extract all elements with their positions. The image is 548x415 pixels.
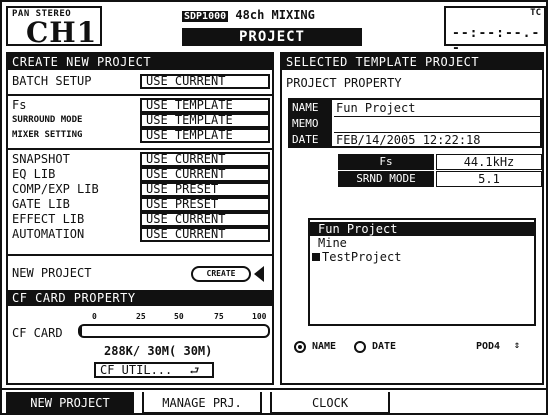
mixer-setting-select[interactable]: USE TEMPLATE [140, 128, 270, 143]
batch-setup-label: BATCH SETUP [12, 74, 92, 88]
name-label: NAME [290, 100, 332, 116]
scale-tick-0: 0 [92, 312, 97, 321]
date-label: DATE [290, 132, 332, 148]
automation-select[interactable]: USE CURRENT [140, 227, 270, 242]
list-item-label: TestProject [322, 250, 402, 264]
mixer-setting-label: MIXER SETTING [12, 130, 83, 140]
cursor-arrow-icon [254, 266, 264, 282]
checkbox-icon [312, 253, 320, 261]
project-screen: PAN STEREO CH1 SDP1000 48ch MIXING PROJE… [0, 0, 548, 415]
format-box: Fs 44.1kHz SRND MODE 5.1 [338, 154, 542, 188]
timecode-label: TC [530, 8, 541, 18]
property-box: NAME Fun Project MEMO DATE FEB/14/2005 1… [288, 98, 542, 148]
sort-date-radio[interactable] [354, 341, 366, 353]
eq-lib-label: EQ LIB [12, 167, 56, 181]
fs-label: Fs [338, 154, 434, 170]
cf-util-label: CF UTIL... [100, 363, 173, 377]
cf-card-title: CF CARD PROPERTY [8, 290, 272, 306]
divider [334, 116, 540, 117]
cf-card-label: CF CARD [12, 326, 63, 340]
cf-card-stats: 288K/ 30M( 30M) [104, 344, 213, 358]
model-line: SDP1000 48ch MIXING [182, 8, 315, 22]
channel-display: PAN STEREO CH1 [6, 6, 102, 49]
create-new-project-title: CREATE NEW PROJECT [8, 54, 272, 70]
sort-name-radio[interactable] [294, 341, 306, 353]
eq-lib-select[interactable]: USE CURRENT [140, 167, 270, 182]
fs-select[interactable]: USE TEMPLATE [140, 98, 270, 113]
pod-label: POD4 [476, 341, 501, 352]
new-project-label: NEW PROJECT [12, 266, 92, 280]
header-bar: PAN STEREO CH1 SDP1000 48ch MIXING PROJE… [4, 4, 546, 56]
selected-template-panel: SELECTED TEMPLATE PROJECT PROJECT PROPER… [280, 52, 544, 385]
fs-label: Fs [12, 98, 27, 112]
model-badge: SDP1000 [182, 11, 229, 22]
comp-exp-lib-select[interactable]: USE PRESET [140, 182, 270, 197]
scale-tick-100: 100 [252, 312, 267, 321]
sort-controls: NAME DATE POD4 ⇕ [290, 340, 538, 354]
sort-name-label: NAME [312, 341, 337, 352]
memo-label: MEMO [290, 116, 332, 132]
cf-util-button[interactable]: CF UTIL... ⮐ [94, 362, 214, 378]
scale-tick-50: 50 [174, 312, 184, 321]
up-down-arrow-icon: ⇕ [514, 340, 521, 351]
create-button[interactable]: CREATE [191, 266, 251, 282]
cf-card-header: CF CARD PROPERTY [8, 290, 272, 306]
divider [8, 254, 272, 256]
divider [8, 148, 272, 150]
snapshot-select[interactable]: USE CURRENT [140, 152, 270, 167]
gate-lib-select[interactable]: USE PRESET [140, 197, 270, 212]
template-section-title: SELECTED TEMPLATE PROJECT [282, 54, 542, 70]
sort-date-label: DATE [372, 341, 397, 352]
automation-label: AUTOMATION [12, 227, 85, 241]
enter-arrow-icon: ⮐ [189, 364, 200, 377]
channel-name: CH1 [26, 16, 98, 49]
list-item[interactable]: TestProject [310, 250, 534, 264]
surround-mode-label: SURROUND MODE [12, 115, 83, 125]
create-new-project-panel: CREATE NEW PROJECT BATCH SETUP USE CURRE… [6, 52, 274, 385]
template-list[interactable]: Fun Project Mine TestProject [308, 218, 536, 326]
timecode-display: TC --:--:--.-- [444, 6, 546, 56]
date-value: FEB/14/2005 12:22:18 [336, 133, 481, 147]
model-name: 48ch MIXING [235, 8, 315, 22]
surround-mode-select[interactable]: USE TEMPLATE [140, 113, 270, 128]
tab-clock[interactable]: CLOCK [270, 392, 390, 413]
tab-bar: NEW PROJECT MANAGE PRJ. CLOCK [2, 388, 546, 413]
page-title: PROJECT [182, 28, 362, 46]
list-item[interactable]: Mine [310, 236, 534, 250]
batch-setup-select[interactable]: USE CURRENT [140, 74, 270, 89]
snapshot-label: SNAPSHOT [12, 152, 70, 166]
screen-title-box: SDP1000 48ch MIXING PROJECT [182, 6, 362, 46]
divider [8, 94, 272, 96]
property-title: PROJECT PROPERTY [286, 76, 402, 90]
srnd-mode-value: 5.1 [436, 171, 542, 187]
list-item[interactable]: Fun Project [310, 222, 534, 236]
effect-lib-select[interactable]: USE CURRENT [140, 212, 270, 227]
srnd-mode-label: SRND MODE [338, 171, 434, 187]
effect-lib-label: EFFECT LIB [12, 212, 85, 226]
cf-card-usage-bar [78, 324, 270, 338]
cf-card-usage-fill [80, 326, 82, 336]
scale-tick-75: 75 [214, 312, 224, 321]
comp-exp-lib-label: COMP/EXP LIB [12, 182, 99, 196]
tab-new-project[interactable]: NEW PROJECT [6, 392, 134, 413]
name-value: Fun Project [336, 101, 416, 115]
gate-lib-label: GATE LIB [12, 197, 70, 211]
tab-manage-project[interactable]: MANAGE PRJ. [142, 392, 262, 413]
fs-value: 44.1kHz [436, 154, 542, 170]
scale-tick-25: 25 [136, 312, 146, 321]
